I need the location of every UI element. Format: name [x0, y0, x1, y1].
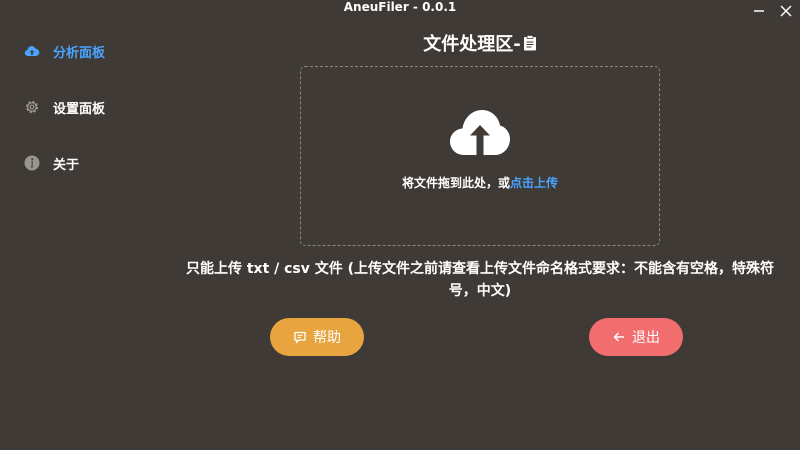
info-icon — [24, 155, 40, 171]
message-icon — [293, 330, 307, 344]
window-title: AneuFiler - 0.0.1 — [343, 0, 457, 14]
gear-icon — [24, 99, 40, 115]
sidebar-item-settings[interactable]: 设置面板 — [24, 96, 164, 118]
sidebar-item-label: 设置面板 — [53, 101, 106, 117]
page-title: 文件处理区- — [300, 30, 660, 56]
help-button[interactable]: 帮助 — [270, 318, 364, 356]
upload-dropzone[interactable]: 将文件拖到此处，或点击上传 — [300, 66, 660, 246]
dropzone-instruction: 将文件拖到此处，或 — [401, 176, 510, 190]
help-button-label: 帮助 — [313, 330, 341, 346]
arrow-left-icon — [612, 330, 626, 344]
upload-notice: 只能上传 txt / csv 文件 (上传文件之前请查看上传文件命名格式要求：不… — [185, 261, 775, 299]
cloud-upload-icon — [450, 109, 510, 159]
cloud-upload-icon — [24, 43, 40, 59]
close-icon — [780, 5, 792, 17]
minimize-icon — [754, 10, 764, 12]
close-button[interactable] — [779, 4, 793, 18]
minimize-button[interactable] — [752, 4, 766, 18]
sidebar-item-label: 分析面板 — [53, 45, 106, 61]
sidebar-item-label: 关于 — [53, 157, 80, 173]
page-title-text: 文件处理区- — [423, 34, 521, 55]
sidebar-item-analysis[interactable]: 分析面板 — [24, 40, 164, 62]
exit-button[interactable]: 退出 — [589, 318, 683, 356]
dropzone-text: 将文件拖到此处，或点击上传 — [301, 174, 659, 191]
exit-button-label: 退出 — [632, 330, 660, 346]
clipboard-icon — [523, 35, 537, 51]
sidebar-item-about[interactable]: 关于 — [24, 152, 164, 174]
click-upload-link[interactable]: 点击上传 — [510, 176, 558, 190]
